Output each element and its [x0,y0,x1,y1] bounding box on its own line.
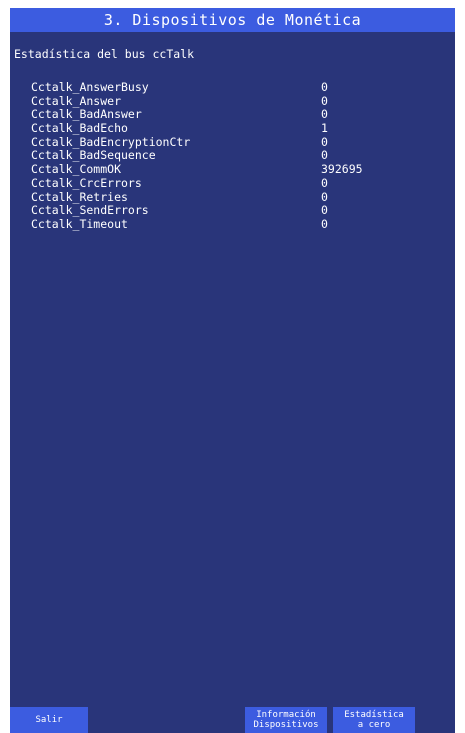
stat-name: Cctalk_BadEncryptionCtr [31,134,191,149]
stat-row: Cctalk_Timeout 0 [31,216,441,232]
stat-value: 0 [321,134,328,149]
stat-name: Cctalk_CommOK [31,162,122,177]
exit-button[interactable]: Salir [10,707,88,733]
stat-value: 0 [321,175,328,190]
stat-name: Cctalk_SendErrors [31,203,149,218]
stat-row: Cctalk_AnswerBusy 0 [31,80,441,95]
section-heading: Estadística del bus ccTalk [14,47,195,61]
app-screen: 3. Dispositivos de Monética Estadística … [10,8,455,733]
stat-name: Cctalk_Answer [31,93,122,108]
stat-value: 0 [321,107,328,122]
stat-value: 0 [321,80,328,94]
stat-name: Cctalk_Retries [31,189,128,204]
reset-stats-button[interactable]: Estadística a cero [333,707,415,733]
stat-row: Cctalk_BadEncryptionCtr 0 [31,134,441,150]
stat-value: 392695 [321,162,363,177]
stat-row: Cctalk_BadSequence 0 [31,149,441,163]
stat-row: Cctalk_Answer 0 [31,93,441,109]
stats-list: Cctalk_AnswerBusy 0 Cctalk_Answer 0 Ccta… [31,80,441,232]
title-bar: 3. Dispositivos de Monética [10,8,455,32]
stat-name: Cctalk_BadSequence [31,148,156,163]
device-info-button-label-line1: Información [256,710,316,720]
stat-row: Cctalk_Retries 0 [31,189,441,205]
stat-row: Cctalk_CrcErrors 0 [31,175,441,191]
stat-name: Cctalk_CrcErrors [31,175,142,190]
exit-button-label: Salir [35,715,63,725]
stat-value: 0 [321,93,328,108]
stat-name: Cctalk_BadAnswer [31,107,142,122]
device-info-button-label-line2: Dispositivos [253,720,319,730]
stat-row: Cctalk_BadEcho 1 [31,121,441,136]
stat-name: Cctalk_BadEcho [31,121,128,136]
stat-name: Cctalk_Timeout [31,216,128,231]
stat-name: Cctalk_AnswerBusy [31,80,149,94]
stat-row: Cctalk_BadAnswer 0 [31,108,441,122]
page-title: 3. Dispositivos de Monética [103,11,362,29]
stat-value: 1 [321,121,328,136]
reset-stats-button-label-line2: a cero [357,720,391,730]
device-info-button[interactable]: Información Dispositivos [245,707,327,733]
stat-row: Cctalk_SendErrors 0 [31,203,441,218]
stat-value: 0 [321,148,328,163]
reset-stats-button-label-line1: Estadística [344,710,404,720]
stat-value: 0 [321,216,328,231]
stat-value: 0 [321,189,328,204]
stat-value: 0 [321,203,328,218]
stat-row: Cctalk_CommOK 392695 [31,162,441,177]
